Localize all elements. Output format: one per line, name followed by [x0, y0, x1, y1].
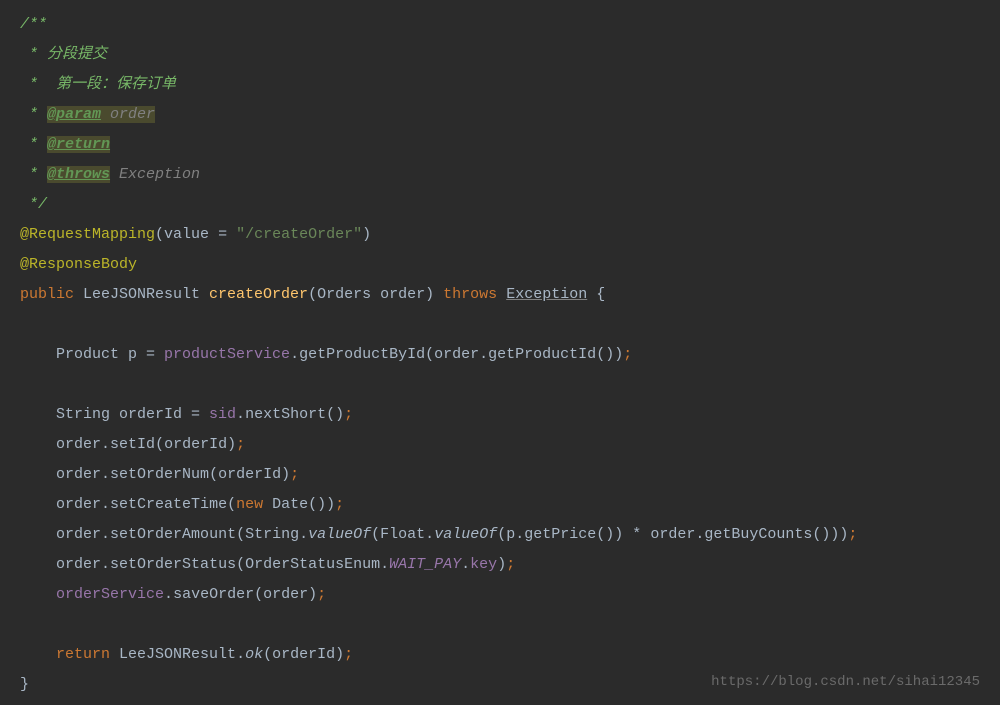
code-statement: order.setOrderStatus(OrderStatusEnum.WAI… — [20, 550, 980, 580]
request-mapping-annotation: @RequestMapping — [20, 226, 155, 243]
blank-line — [20, 310, 980, 340]
comment-line: * 分段提交 — [20, 40, 980, 70]
code-statement: Product p = productService.getProductByI… — [20, 340, 980, 370]
comment-line: /** — [20, 10, 980, 40]
code-statement: orderService.saveOrder(order); — [20, 580, 980, 610]
comment-line: * @throws Exception — [20, 160, 980, 190]
code-editor[interactable]: /** * 分段提交 * 第一段：保存订单 * @param order * @… — [20, 10, 980, 700]
return-statement: return LeeJSONResult.ok(orderId); — [20, 640, 980, 670]
comment-line: * @return — [20, 130, 980, 160]
code-statement: order.setOrderAmount(String.valueOf(Floa… — [20, 520, 980, 550]
javadoc-param-tag: @param — [47, 106, 101, 123]
annotation-line: @ResponseBody — [20, 250, 980, 280]
javadoc-throws-tag: @throws — [47, 166, 110, 183]
blank-line — [20, 370, 980, 400]
method-signature: public LeeJSONResult createOrder(Orders … — [20, 280, 980, 310]
comment-line: */ — [20, 190, 980, 220]
code-statement: String orderId = sid.nextShort(); — [20, 400, 980, 430]
code-statement: order.setCreateTime(new Date()); — [20, 490, 980, 520]
method-name: createOrder — [209, 286, 308, 303]
comment-line: * @param order — [20, 100, 980, 130]
annotation-line: @RequestMapping(value = "/createOrder") — [20, 220, 980, 250]
watermark-text: https://blog.csdn.net/sihai12345 — [711, 667, 980, 697]
code-statement: order.setOrderNum(orderId); — [20, 460, 980, 490]
javadoc-return-tag: @return — [47, 136, 110, 153]
code-statement: order.setId(orderId); — [20, 430, 980, 460]
response-body-annotation: @ResponseBody — [20, 256, 137, 273]
comment-line: * 第一段：保存订单 — [20, 70, 980, 100]
blank-line — [20, 610, 980, 640]
